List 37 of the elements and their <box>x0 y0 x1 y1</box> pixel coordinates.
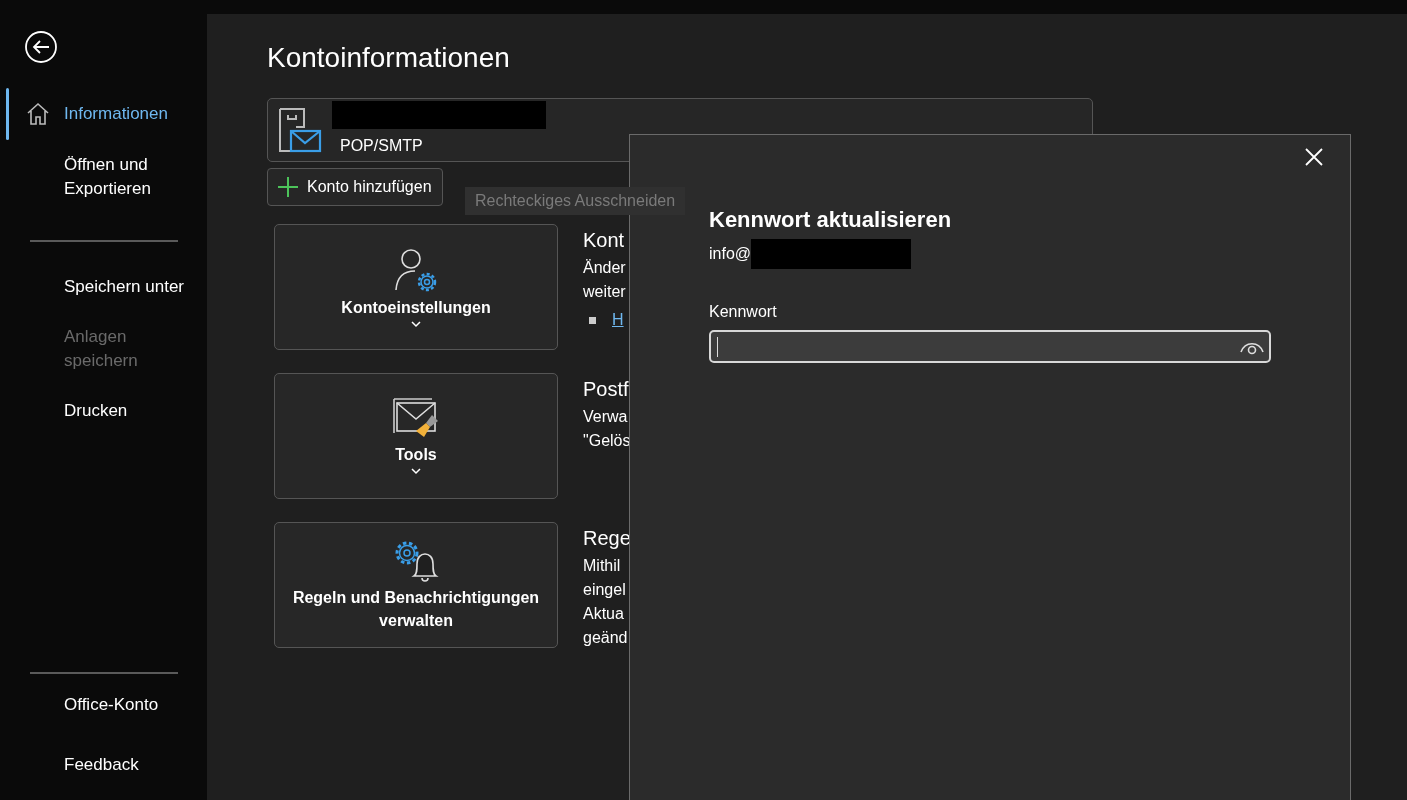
section-button[interactable]: Kontoeinstellungen <box>274 224 558 350</box>
section-button[interactable]: Tools <box>274 373 558 499</box>
password-field[interactable] <box>709 330 1271 363</box>
page-title: Kontoinformationen <box>267 41 511 75</box>
dialog-title: Kennwort aktualisieren <box>709 207 953 233</box>
section-heading: Kont <box>583 228 626 253</box>
chevron-down-icon <box>411 321 421 328</box>
section-heading: Postf <box>583 377 630 402</box>
back-icon[interactable] <box>24 30 58 64</box>
nav-item[interactable]: Drucken <box>6 386 207 436</box>
close-icon[interactable] <box>1304 147 1324 167</box>
field-label: Kennwort <box>709 303 778 321</box>
section-description: Änder <box>583 258 626 278</box>
section-description: Mithil <box>583 556 622 576</box>
section-description: Aktua <box>583 604 625 624</box>
section-description: Verwa <box>583 407 629 427</box>
nav-item[interactable]: Feedback <box>6 740 207 790</box>
section-description: "Gelös <box>583 431 631 451</box>
section-description: geänd <box>583 628 629 648</box>
plus-icon <box>277 176 299 198</box>
section-heading: Rege <box>583 526 631 551</box>
nav-item[interactable]: Öffnen und Exportieren <box>6 140 207 214</box>
section-button[interactable]: Regeln und Benachrichtigungen verwalten <box>274 522 558 648</box>
add-account-button[interactable]: Konto hinzufügen <box>267 168 443 206</box>
help-link[interactable]: H <box>612 308 624 332</box>
tooltip: Rechteckiges Ausschneiden <box>465 187 686 215</box>
nav-item[interactable]: Office-Konto <box>6 680 207 730</box>
bullet-icon <box>589 316 596 324</box>
account-type: POP/SMTP <box>340 137 423 155</box>
chevron-down-icon <box>411 468 421 475</box>
nav-item[interactable]: Informationen <box>6 88 207 140</box>
section-description: weiter <box>583 282 626 302</box>
email-address: info@ <box>709 245 752 263</box>
section-description: eingel <box>583 580 627 600</box>
nav-item[interactable]: Speichern unter <box>6 262 207 312</box>
home-icon <box>25 101 51 127</box>
mailbox-icon <box>278 107 322 153</box>
